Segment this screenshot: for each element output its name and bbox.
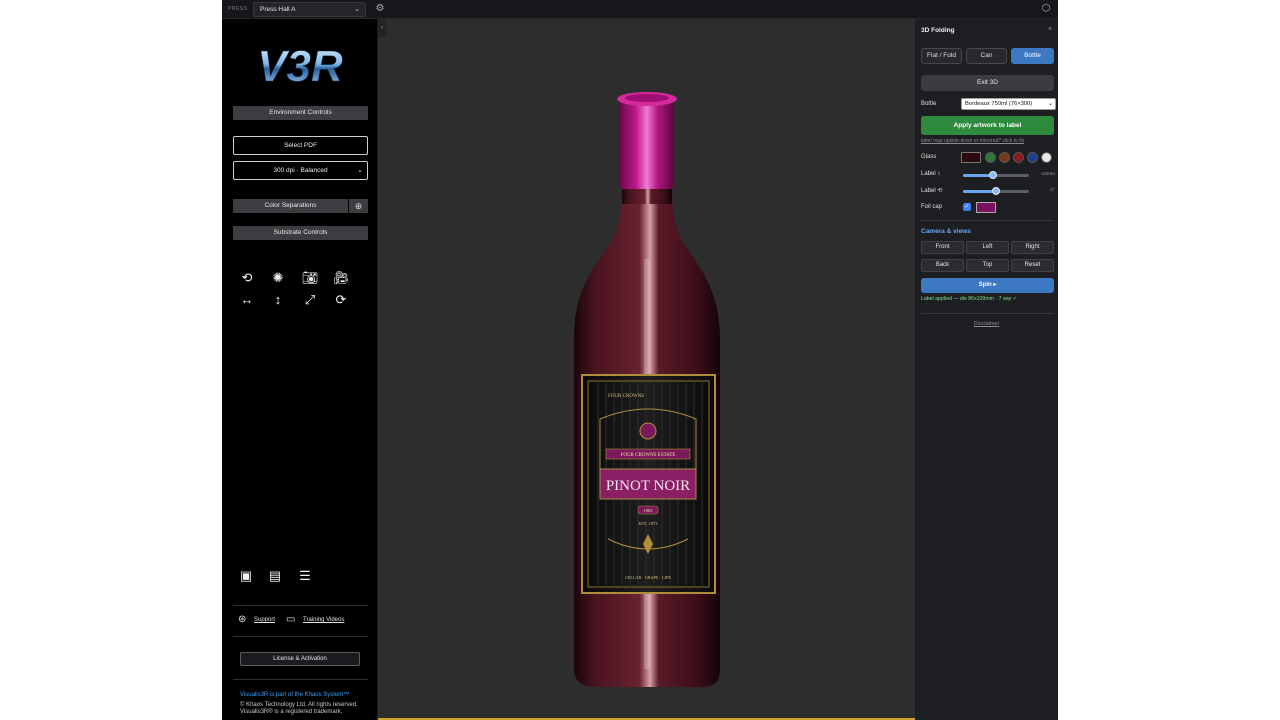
camera-right-button[interactable]: Right bbox=[1011, 241, 1054, 254]
camera-views-heading: Camera & views bbox=[921, 228, 971, 235]
label-rotation-slider[interactable] bbox=[963, 187, 1029, 195]
dpi-select-value: 300 dpi · Balanced bbox=[273, 167, 328, 174]
glass-custom-color[interactable] bbox=[961, 152, 981, 163]
bottle-select[interactable]: Bordeaux 750ml (76×300) ⌄ bbox=[961, 98, 1056, 110]
logo-text: V3R bbox=[257, 42, 343, 91]
glass-swatch-red[interactable] bbox=[1013, 152, 1024, 163]
dpi-select[interactable]: 300 dpi · Balanced ⌄ bbox=[233, 161, 368, 180]
foil-cap-checkbox[interactable]: ✓ bbox=[963, 203, 971, 211]
3d-viewport[interactable]: ‹ FOUR CROWNS FOUR CROWNS ESTATE PINOT N… bbox=[378, 19, 915, 720]
foil-cap-color[interactable] bbox=[976, 202, 996, 213]
slider-knob[interactable] bbox=[988, 171, 997, 179]
status-text: Label applied — die 86x109mm · 7 sep ✓ bbox=[921, 296, 1018, 302]
label-title-text: PINOT NOIR bbox=[606, 478, 690, 494]
bottle-select-value: Bordeaux 750ml (76×300) bbox=[965, 101, 1033, 107]
left-sidebar: V3R Environment Controls Select PDF 300 … bbox=[222, 19, 378, 720]
rotate-object-icon[interactable]: ⟳ bbox=[332, 291, 350, 309]
panel-title: 3D Folding bbox=[921, 27, 955, 34]
light-icon[interactable]: ✺ bbox=[269, 269, 287, 287]
label-vertical-label: Label ↕ bbox=[921, 171, 941, 177]
label-estate-text: FOUR CROWNS ESTATE bbox=[621, 453, 676, 458]
support-icon[interactable]: ⊛ bbox=[238, 615, 246, 625]
divider bbox=[233, 679, 368, 680]
close-icon[interactable]: × bbox=[1048, 26, 1052, 33]
training-videos-link[interactable]: Training Videos bbox=[303, 617, 344, 623]
select-pdf-button[interactable]: Select PDF bbox=[233, 136, 368, 155]
color-separations-button[interactable]: Color Separations bbox=[233, 199, 348, 213]
license-activation-button[interactable]: License & Activation bbox=[240, 652, 360, 666]
bottle-label: Bottle bbox=[921, 101, 937, 107]
chevron-down-icon: ⌄ bbox=[357, 167, 363, 174]
glass-swatch-brown[interactable] bbox=[999, 152, 1010, 163]
camera-icon[interactable]: 📷︎ bbox=[301, 269, 319, 287]
camera-front-button[interactable]: Front bbox=[921, 241, 964, 254]
glass-swatch-green[interactable] bbox=[985, 152, 996, 163]
label-rotation-value: 0° bbox=[1050, 188, 1055, 193]
support-link[interactable]: Support bbox=[254, 617, 275, 623]
app-window: PRESS Press Hall A ⌄ ⚙ ⬡ V3R Environment… bbox=[222, 0, 1058, 720]
label-rotation-label: Label ⟲ bbox=[921, 188, 943, 194]
press-select-value: Press Hall A bbox=[260, 6, 296, 13]
layers-icon[interactable]: ☰ bbox=[296, 567, 314, 585]
label-year-text: 1902 bbox=[644, 508, 653, 513]
video-icon[interactable]: ▭ bbox=[286, 615, 295, 625]
chevron-down-icon: ⌄ bbox=[354, 6, 360, 13]
glass-swatch-clear[interactable] bbox=[1041, 152, 1052, 163]
vertical-move-icon[interactable]: ↕ bbox=[269, 291, 287, 309]
mode-bottle-button[interactable]: Bottle bbox=[1011, 48, 1054, 64]
video-camera-icon[interactable]: 🎥︎ bbox=[332, 269, 350, 287]
camera-top-button[interactable]: Top bbox=[966, 259, 1009, 272]
press-label: PRESS bbox=[228, 6, 248, 12]
divider bbox=[233, 605, 368, 606]
horizontal-move-icon[interactable]: ↔ bbox=[238, 291, 256, 309]
apply-artwork-button[interactable]: Apply artwork to label bbox=[921, 116, 1054, 135]
label-est-text: EST. 1873 bbox=[639, 521, 659, 526]
label-fix-hint-link[interactable]: label map upside-down or mirrored? click… bbox=[921, 138, 1024, 144]
document-settings-icon[interactable]: ▣ bbox=[237, 567, 255, 585]
glass-label: Glass bbox=[921, 154, 937, 160]
divider bbox=[921, 313, 1054, 314]
divider bbox=[921, 220, 1054, 221]
document-export-icon[interactable]: ▤ bbox=[266, 567, 284, 585]
footer-copyright-text: © Khaos Technology Ltd. All rights reser… bbox=[240, 702, 358, 715]
camera-back-button[interactable]: Back bbox=[921, 259, 964, 272]
gear-icon[interactable]: ⚙ bbox=[374, 3, 386, 15]
logo: V3R bbox=[257, 42, 343, 91]
add-separation-icon[interactable]: ⊕ bbox=[348, 199, 368, 213]
label-vertical-value: -12mm bbox=[1040, 172, 1055, 177]
divider bbox=[233, 636, 368, 637]
mode-flat-fold-button[interactable]: Flat / Fold bbox=[921, 48, 962, 64]
chevron-down-icon: ⌄ bbox=[1047, 101, 1053, 107]
footer-brand-text: Visualis3R is part of the Khaos System™ bbox=[240, 692, 350, 698]
substrate-controls-button[interactable]: Substrate Controls bbox=[233, 226, 368, 240]
mode-can-button[interactable]: Can bbox=[966, 48, 1007, 64]
exit-3d-button[interactable]: Exit 3D bbox=[921, 75, 1054, 91]
slider-knob[interactable] bbox=[992, 187, 1000, 195]
3d-folding-panel: 3D Folding × Flat / Fold Can Bottle Exit… bbox=[915, 19, 1058, 720]
bottle-render: FOUR CROWNS FOUR CROWNS ESTATE PINOT NOI… bbox=[574, 92, 720, 687]
camera-reset-button[interactable]: Reset bbox=[1011, 259, 1054, 272]
orbit-icon[interactable]: ⟲ bbox=[238, 269, 256, 287]
top-bar: PRESS Press Hall A ⌄ ⚙ ⬡ bbox=[222, 0, 1058, 19]
scale-icon[interactable]: ⤢ bbox=[301, 291, 319, 309]
spin-button[interactable]: Spin ▸ bbox=[921, 278, 1054, 293]
label-bottom-text: CELLAR · GRAPE · LIFE bbox=[625, 575, 671, 580]
foil-cap-label: Foil cap bbox=[921, 204, 943, 210]
environment-controls-button[interactable]: Environment Controls bbox=[233, 106, 368, 120]
press-select[interactable]: Press Hall A ⌄ bbox=[253, 2, 366, 17]
glass-swatch-blue[interactable] bbox=[1027, 152, 1038, 163]
label-vertical-slider[interactable] bbox=[963, 171, 1029, 179]
camera-left-button[interactable]: Left bbox=[966, 241, 1009, 254]
disclaimer-link[interactable]: Disclaimer bbox=[915, 321, 1058, 327]
label-top-text: FOUR CROWNS bbox=[608, 394, 644, 399]
foil-cap bbox=[620, 97, 674, 189]
cube-icon[interactable]: ⬡ bbox=[1040, 3, 1052, 15]
